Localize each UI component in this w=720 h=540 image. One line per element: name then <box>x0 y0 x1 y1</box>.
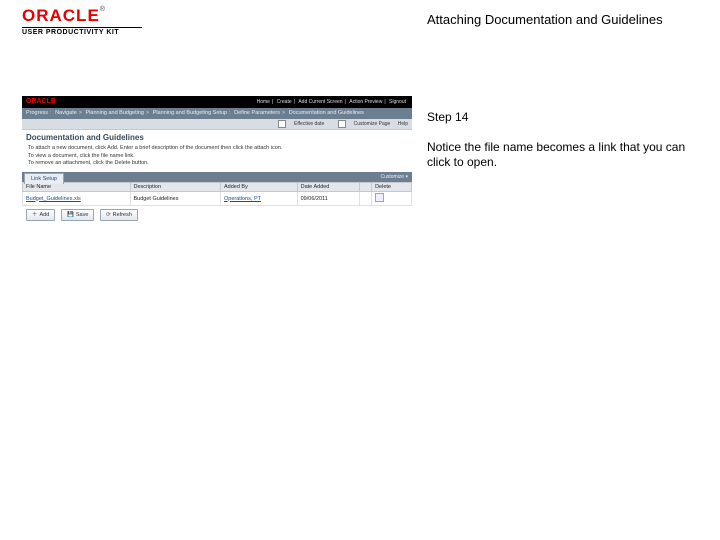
lesson-title: Attaching Documentation and Guidelines <box>427 12 663 27</box>
cell-delete <box>372 192 412 206</box>
oracle-wordmark: ORACLE® <box>22 6 142 26</box>
plus-icon: ＋ <box>32 212 38 218</box>
topbar-link-home[interactable]: Home <box>257 99 270 105</box>
file-name-link[interactable]: Budget_Guidelines.xls <box>26 196 81 202</box>
topbar-link-add-current-screen[interactable]: Add Current Screen <box>298 99 342 105</box>
save-button-label: Save <box>76 212 89 218</box>
topbar-link-create[interactable]: Create <box>277 99 292 105</box>
crumb-progress[interactable]: Progress <box>26 110 48 116</box>
crumb-navigate[interactable]: Navigate <box>55 110 77 116</box>
app-brand-mini: ORACLE <box>26 98 56 105</box>
col-delete: Delete <box>372 183 412 192</box>
checkbox-icon <box>338 120 346 128</box>
tab-link-setup[interactable]: Link Setup <box>24 173 64 184</box>
cell-description: Budget Guidelines <box>130 192 220 206</box>
add-button[interactable]: ＋Add <box>26 209 55 221</box>
oracle-logo-block: ORACLE® USER PRODUCTIVITY KIT <box>22 6 142 36</box>
instruction-line: To view a document, click the file name … <box>28 153 406 161</box>
instruction-line: To attach a new document, click Add. Ent… <box>28 145 406 153</box>
crumb-define-parameters[interactable]: Define Parameters <box>234 110 280 116</box>
refresh-button-label: Refresh <box>113 212 132 218</box>
button-row: ＋Add 💾Save ⟳Refresh <box>22 206 412 224</box>
attachments-table: File Name Description Added By Date Adde… <box>22 182 412 206</box>
embedded-app-screenshot: ORACLE Home| Create| Add Current Screen|… <box>22 96 412 224</box>
cell-blank <box>359 192 371 206</box>
refresh-button[interactable]: ⟳Refresh <box>100 209 138 221</box>
step-instruction-text: Notice the file name becomes a link that… <box>427 140 687 170</box>
refresh-icon: ⟳ <box>106 212 111 218</box>
col-blank <box>359 183 371 192</box>
customize-page-link[interactable]: Customize Page <box>332 121 391 127</box>
save-icon: 💾 <box>67 212 74 218</box>
crumb-documentation-guidelines[interactable]: Documentation and Guidelines <box>289 110 364 116</box>
col-added-by[interactable]: Added By <box>221 183 298 192</box>
topbar-link-action-preview[interactable]: Action Preview <box>349 99 382 105</box>
logo-divider <box>22 27 142 28</box>
col-date-added[interactable]: Date Added <box>297 183 359 192</box>
tab-customize-link[interactable]: Customize ▾ <box>380 172 408 182</box>
page-instructions: To attach a new document, click Add. Ent… <box>22 143 412 172</box>
step-label: Step 14 <box>427 110 468 124</box>
cell-date-added: 09/06/2011 <box>297 192 359 206</box>
added-by-link[interactable]: Operations, PT <box>224 196 261 202</box>
page-heading: Documentation and Guidelines <box>22 130 412 143</box>
oracle-brand-text: ORACLE <box>22 6 100 25</box>
app-top-bar: ORACLE Home| Create| Add Current Screen|… <box>22 96 412 108</box>
effective-date-toggle[interactable]: Effective date <box>272 121 324 127</box>
table-row: Budget_Guidelines.xls Budget Guidelines … <box>23 192 412 206</box>
breadcrumb: Progress: Navigate> Planning and Budgeti… <box>22 108 412 119</box>
checkbox-icon <box>278 120 286 128</box>
product-name: USER PRODUCTIVITY KIT <box>22 29 142 36</box>
crumb-planning-budgeting[interactable]: Planning and Budgeting <box>86 110 144 116</box>
instruction-line: To remove an attachment, click the Delet… <box>28 160 406 168</box>
table-header-row: File Name Description Added By Date Adde… <box>23 183 412 192</box>
tab-strip: Link Setup Customize ▾ <box>22 172 412 182</box>
crumb-planning-budgeting-setup[interactable]: Planning and Budgeting Setup <box>153 110 227 116</box>
col-description[interactable]: Description <box>130 183 220 192</box>
app-top-links: Home| Create| Add Current Screen| Action… <box>255 96 408 108</box>
trademark-symbol: ® <box>100 6 105 13</box>
help-link[interactable]: Help <box>398 121 408 127</box>
delete-icon[interactable] <box>375 193 384 202</box>
topbar-link-signout[interactable]: Signout <box>389 99 406 105</box>
page-toolbar: Effective date Customize Page Help <box>22 119 412 129</box>
add-button-label: Add <box>40 212 50 218</box>
save-button[interactable]: 💾Save <box>61 209 94 221</box>
